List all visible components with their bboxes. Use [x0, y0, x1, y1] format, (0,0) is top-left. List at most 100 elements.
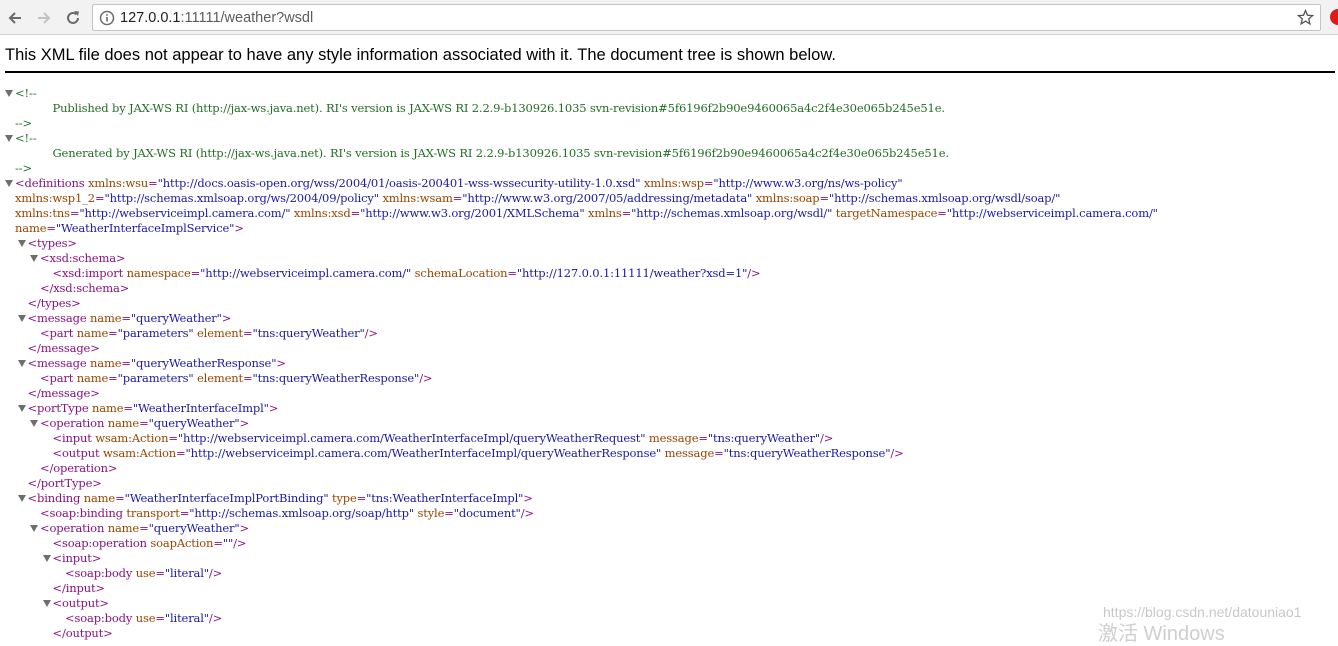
xml-tree-line: <input wsam:Action="http://webserviceimp…	[53, 431, 834, 446]
xml-attr-token: transport	[126, 506, 180, 520]
xml-comment-token: -->	[15, 161, 32, 175]
xml-attr-token: xmlns:wsam	[382, 191, 453, 205]
xml-tag-token: =	[703, 176, 714, 190]
xml-val-token: "WeatherInterfaceImplService"	[55, 221, 235, 235]
xml-tree-line: </operation>	[40, 461, 118, 476]
collapse-toggle-icon[interactable]	[42, 555, 51, 562]
xml-tag-token: >	[221, 311, 232, 325]
xml-tag-token: =	[168, 431, 178, 445]
xml-tag-token: <message	[27, 311, 90, 325]
collapse-toggle-icon[interactable]	[17, 315, 26, 322]
collapse-toggle-icon[interactable]	[5, 135, 13, 142]
xml-tag-token: <soap:body	[65, 611, 136, 625]
xml-val-token: "http://schemas.xmlsoap.org/wsdl/"	[631, 206, 833, 220]
xml-tag-token: =	[350, 206, 361, 220]
xml-val-token: "http://127.0.0.1:11111/weather?xsd=1"	[516, 266, 748, 280]
xml-tag-token: =	[937, 206, 947, 220]
xml-tree-line: <portType name="WeatherInterfaceImpl">	[28, 401, 279, 416]
os-activation-watermark: 激活 Windows	[1098, 623, 1225, 645]
page-info-icon[interactable]	[99, 10, 115, 26]
xml-tag-token: =	[123, 401, 133, 415]
xml-tree-line: </message>	[28, 386, 100, 401]
xml-attr-token: name	[76, 326, 109, 340]
back-button[interactable]	[4, 7, 26, 29]
xml-tag-token: <message	[27, 356, 90, 370]
xml-tag-token: </input>	[52, 581, 106, 595]
collapse-toggle-icon[interactable]	[17, 240, 26, 247]
xml-val-token: "http://webserviceimpl.camera.com/"	[946, 206, 1158, 220]
xml-tag-token: =	[452, 191, 463, 205]
xml-tag-token: </message>	[27, 341, 100, 355]
url-host: 127.0.0.1	[120, 10, 181, 26]
xml-tree-line: <definitions xmlns:wsu="http://docs.oasi…	[15, 176, 903, 191]
xml-attr-token: message	[664, 446, 715, 460]
xml-tag-token: =	[115, 491, 125, 505]
collapse-toggle-icon[interactable]	[17, 405, 26, 412]
xml-attr-token: namespace	[126, 266, 191, 280]
xml-tree-line: <operation name="queryWeather">	[40, 416, 249, 431]
xml-tag-token: >	[523, 491, 533, 505]
xml-attr-token: wsam:Action	[95, 431, 169, 445]
browser-toolbar: 127.0.0.1:11111/weather?wsdl	[0, 0, 1338, 35]
xml-tag-token: =	[243, 371, 253, 385]
collapse-toggle-icon[interactable]	[5, 90, 13, 97]
collapse-toggle-icon[interactable]	[5, 180, 13, 187]
xml-tag-token: =	[139, 521, 149, 535]
xml-tag-token: =	[621, 206, 632, 220]
xml-tag-token: </portType>	[27, 476, 102, 490]
address-bar[interactable]: 127.0.0.1:11111/weather?wsdl	[92, 4, 1321, 31]
xml-val-token: "literal"	[164, 566, 209, 580]
xml-val-token: "http://www.w3.org/ns/ws-policy"	[713, 176, 903, 190]
forward-button[interactable]	[33, 7, 55, 29]
xml-tag-token: =	[356, 491, 367, 505]
xml-val-token: "http://webserviceimpl.camera.com/Weathe…	[177, 431, 646, 445]
xml-attr-token: xmlns:wsu	[88, 176, 149, 190]
bookmark-star-icon[interactable]	[1297, 9, 1314, 26]
xml-tree-line: <input>	[53, 551, 102, 566]
xml-attr-token: name	[89, 356, 122, 370]
xml-tag-token: =	[121, 356, 131, 370]
xml-tag-token: />	[233, 536, 247, 550]
collapse-toggle-icon[interactable]	[30, 525, 38, 532]
xml-tree-line: </types>	[28, 296, 81, 311]
xml-attr-token: name	[107, 416, 140, 430]
xml-tree-line: <output wsam:Action="http://webserviceim…	[53, 446, 904, 461]
collapse-toggle-icon[interactable]	[30, 420, 38, 427]
xml-attr-token: name	[83, 491, 116, 505]
xml-tag-token: =	[155, 611, 165, 625]
xml-val-token: "queryWeather"	[148, 416, 240, 430]
collapse-toggle-icon[interactable]	[17, 495, 26, 502]
xml-val-token: "tns:WeatherInterfaceImpl"	[366, 491, 524, 505]
xml-attr-token: xmlns:soap	[755, 191, 820, 205]
xml-tag-token: <xsd:import	[52, 266, 127, 280]
xml-tag-token: />	[820, 431, 834, 445]
extension-icon[interactable]	[1330, 9, 1338, 25]
forward-arrow-icon	[38, 12, 51, 24]
xml-tag-token: >	[239, 416, 250, 430]
xml-tag-token: >	[239, 521, 250, 535]
xml-tag-token: </xsd:schema>	[40, 281, 130, 295]
banner-divider	[5, 71, 1335, 73]
reload-icon	[67, 11, 79, 24]
xml-tree-line: <binding name="WeatherInterfaceImplPortB…	[28, 491, 533, 506]
url-text[interactable]: 127.0.0.1:11111/weather?wsdl	[120, 9, 313, 27]
reload-button[interactable]	[62, 7, 84, 29]
xml-val-token: "queryWeather"	[130, 311, 222, 325]
xml-val-token: "parameters"	[117, 326, 194, 340]
xml-val-token: "queryWeatherResponse"	[130, 356, 277, 370]
xml-tree-line: <soap:binding transport="http://schemas.…	[40, 506, 534, 521]
collapse-toggle-icon[interactable]	[17, 360, 26, 367]
xml-val-token: "http://docs.oasis-open.org/wss/2004/01/…	[157, 176, 641, 190]
collapse-toggle-icon[interactable]	[42, 600, 51, 607]
xml-tag-token: <xsd:schema>	[40, 251, 126, 265]
xml-tag-token: <portType	[27, 401, 93, 415]
xml-tag-token: <output	[52, 446, 103, 460]
collapse-toggle-icon[interactable]	[30, 255, 38, 262]
xml-tree-line: </output>	[53, 626, 113, 641]
xml-tree-line: <soap:body use="literal"/>	[65, 611, 222, 626]
xml-attr-token: schemaLocation	[414, 266, 508, 280]
xml-val-token: "tns:queryWeather"	[707, 431, 820, 445]
xml-tree-line: xmlns:wsp1_2="http://schemas.xmlsoap.org…	[15, 191, 1060, 206]
xml-tree-line: -->	[15, 161, 32, 176]
xml-tag-token: =	[139, 416, 149, 430]
